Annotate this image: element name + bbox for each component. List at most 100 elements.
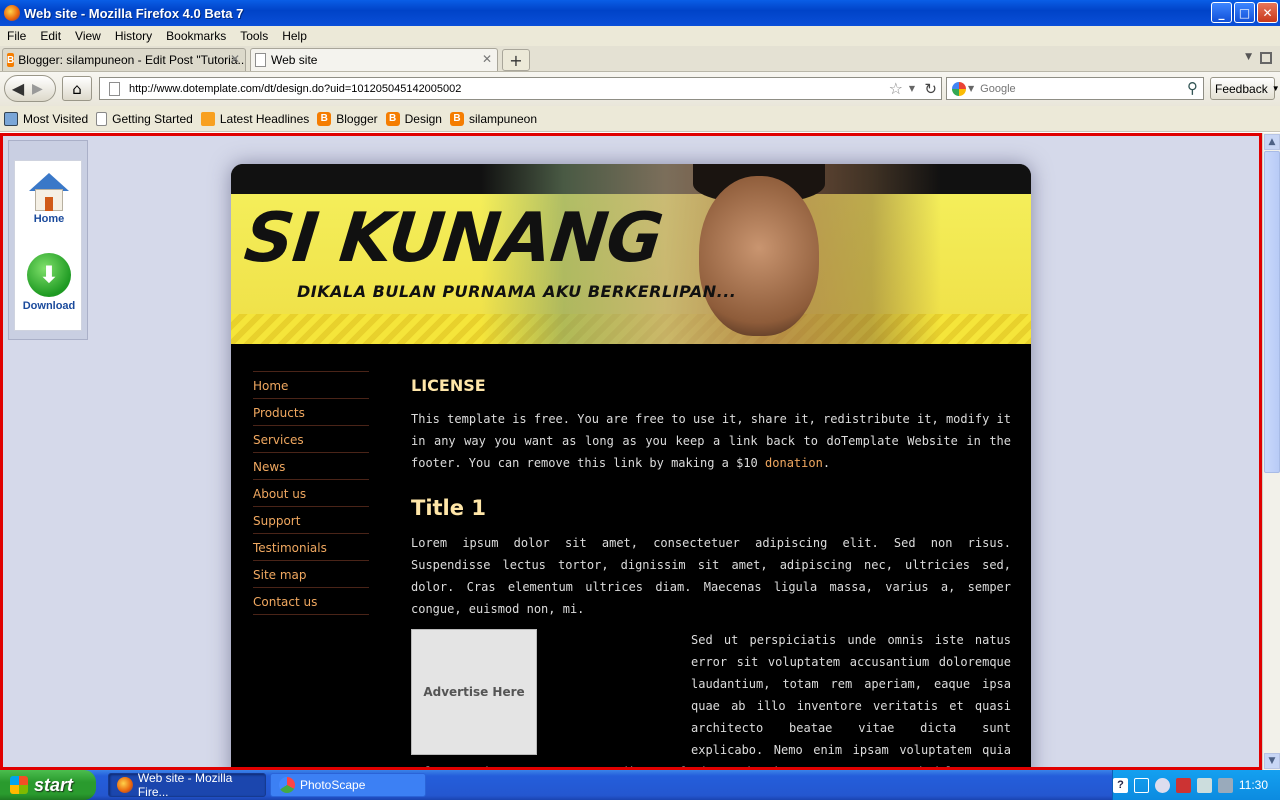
tab-close-icon[interactable]: ✕ xyxy=(482,52,492,66)
bookmark-design[interactable]: B Design xyxy=(385,111,442,126)
task-photoscape[interactable]: PhotoScape xyxy=(270,773,426,797)
widget-home-label: Home xyxy=(33,213,65,225)
tab-strip: B Blogger: silampuneon - Edit Post "Tuto… xyxy=(0,46,1280,72)
nav-item-news[interactable]: News xyxy=(253,453,369,480)
page-icon xyxy=(109,81,120,96)
list-tabs-icon[interactable]: ▼ xyxy=(1245,52,1252,62)
floating-widget: Home ⬇ Download xyxy=(8,140,88,340)
task-firefox[interactable]: Web site - Mozilla Fire... xyxy=(108,771,266,799)
antivirus-icon[interactable] xyxy=(1175,777,1191,793)
home-button[interactable]: ⌂ xyxy=(62,76,92,101)
start-button[interactable]: start xyxy=(0,770,96,800)
clock: 11:30 xyxy=(1238,778,1268,792)
firefox-icon xyxy=(4,5,20,21)
search-icon[interactable]: ⚲ xyxy=(1187,79,1198,97)
back-arrow-icon[interactable]: ◀ xyxy=(5,76,31,101)
menu-file[interactable]: File xyxy=(0,29,33,43)
bookmark-latest-headlines[interactable]: Latest Headlines xyxy=(200,111,310,126)
menu-tools[interactable]: Tools xyxy=(233,29,275,43)
bookmark-label: Design xyxy=(404,111,442,126)
blogger-icon: B xyxy=(449,111,464,126)
search-input[interactable] xyxy=(980,82,1171,95)
tab-groups-icon[interactable] xyxy=(1260,52,1272,64)
nav-item-services[interactable]: Services xyxy=(253,426,369,453)
search-bar[interactable]: ▼ ⚲ xyxy=(946,77,1204,100)
nav-item-about-us[interactable]: About us xyxy=(253,480,369,507)
forward-arrow-icon[interactable]: ▶ xyxy=(32,81,43,97)
maximize-button[interactable]: □ xyxy=(1234,2,1255,23)
url-text[interactable]: http://www.dotemplate.com/dt/design.do?u… xyxy=(129,83,461,95)
menu-edit[interactable]: Edit xyxy=(33,29,68,43)
display-icon[interactable] xyxy=(1217,777,1233,793)
nav-item-home[interactable]: Home xyxy=(253,372,369,399)
menu-view[interactable]: View xyxy=(68,29,108,43)
window-title: Web site - Mozilla Firefox 4.0 Beta 7 xyxy=(24,5,244,21)
menu-bookmarks[interactable]: Bookmarks xyxy=(159,29,233,43)
bookmark-silampuneon[interactable]: Bsilampuneon xyxy=(449,111,537,126)
tab-web-site[interactable]: Web site ✕ xyxy=(250,48,498,71)
feedback-label: Feedback xyxy=(1215,81,1268,96)
donation-link[interactable]: donation xyxy=(765,456,823,470)
home-icon: ⌂ xyxy=(72,79,82,98)
widget-download-label: Download xyxy=(22,300,76,312)
nav-item-products[interactable]: Products xyxy=(253,399,369,426)
bookmark-getting-started[interactable]: Getting Started xyxy=(96,111,193,126)
widget-download-button[interactable]: ⬇ Download xyxy=(15,249,83,312)
advert-spacer xyxy=(547,620,691,746)
bookmark-star-icon[interactable]: ☆ xyxy=(889,79,903,98)
nav-item-testimonials[interactable]: Testimonials xyxy=(253,534,369,561)
window-titlebar: Web site - Mozilla Firefox 4.0 Beta 7 _ … xyxy=(0,0,1280,26)
website: SI KUNANG DIKALA BULAN PURNAMA AKU BERKE… xyxy=(231,164,1031,767)
license-text: This template is free. You are free to u… xyxy=(411,412,1011,470)
task-label: PhotoScape xyxy=(300,778,366,792)
help-icon[interactable]: ? xyxy=(1113,777,1128,793)
site-banner: SI KUNANG DIKALA BULAN PURNAMA AKU BERKE… xyxy=(231,164,1031,344)
license-end: . xyxy=(822,456,831,470)
nav-item-contact-us[interactable]: Contact us xyxy=(253,588,369,615)
network-icon[interactable] xyxy=(1134,777,1149,793)
bookmark-label: Latest Headlines xyxy=(219,111,310,126)
bookmark-blogger[interactable]: B Blogger xyxy=(317,111,378,126)
start-label: start xyxy=(34,774,74,795)
scrollbar-thumb[interactable] xyxy=(1264,151,1280,473)
bookmark-most-visited[interactable]: Most Visited xyxy=(4,111,88,126)
tab-close-icon[interactable]: ✕ xyxy=(230,52,240,66)
volume-icon[interactable] xyxy=(1196,777,1212,793)
bookmark-label: Blogger xyxy=(336,111,378,126)
page-viewport: Home ⬇ Download SI KUNANG DIKALA BULAN P… xyxy=(0,133,1262,770)
widget-home-button[interactable]: Home xyxy=(15,167,83,225)
system-tray: ? 11:30 xyxy=(1112,770,1280,800)
nav-item-site-map[interactable]: Site map xyxy=(253,561,369,588)
tab-blogger[interactable]: B Blogger: silampuneon - Edit Post "Tuto… xyxy=(2,48,246,71)
search-engine-dropdown-icon[interactable]: ▼ xyxy=(968,84,974,93)
blogger-icon: B xyxy=(7,53,15,67)
page-icon xyxy=(255,53,266,67)
close-button[interactable]: ✕ xyxy=(1257,2,1278,23)
minimize-button[interactable]: _ xyxy=(1211,2,1232,23)
url-bar[interactable]: http://www.dotemplate.com/dt/design.do?u… xyxy=(99,77,942,100)
blogger-icon: B xyxy=(317,111,332,126)
menu-bar: File Edit View History Bookmarks Tools H… xyxy=(0,26,1280,46)
bookmarks-toolbar: Most Visited Getting Started Latest Head… xyxy=(0,106,1280,132)
vertical-scrollbar[interactable]: ▲ ▼ xyxy=(1262,133,1280,770)
scroll-up-icon[interactable]: ▲ xyxy=(1264,134,1280,150)
menu-history[interactable]: History xyxy=(108,29,159,43)
url-dropdown-icon[interactable]: ▼ xyxy=(909,84,915,93)
scroll-down-icon[interactable]: ▼ xyxy=(1264,753,1280,769)
navigation-toolbar: ◀ ▶ ⌂ http://www.dotemplate.com/dt/desig… xyxy=(0,72,1280,106)
nav-item-support[interactable]: Support xyxy=(253,507,369,534)
new-tab-button[interactable]: + xyxy=(502,49,530,71)
advertise-box[interactable]: Advertise Here xyxy=(411,629,537,755)
photoscape-icon xyxy=(279,777,295,793)
bookmark-label: Getting Started xyxy=(112,111,193,126)
window-controls: _ □ ✕ xyxy=(1211,2,1278,23)
widget-panel: Home ⬇ Download xyxy=(14,160,82,331)
feedback-button[interactable]: Feedback ▼ xyxy=(1210,77,1280,100)
firefox-icon xyxy=(117,777,133,793)
google-icon[interactable] xyxy=(952,81,966,96)
license-heading: LICENSE xyxy=(411,376,486,395)
back-icon[interactable] xyxy=(1154,777,1170,793)
menu-help[interactable]: Help xyxy=(275,29,314,43)
license-paragraph: This template is free. You are free to u… xyxy=(411,408,1011,474)
reload-icon[interactable]: ↻ xyxy=(924,80,937,98)
